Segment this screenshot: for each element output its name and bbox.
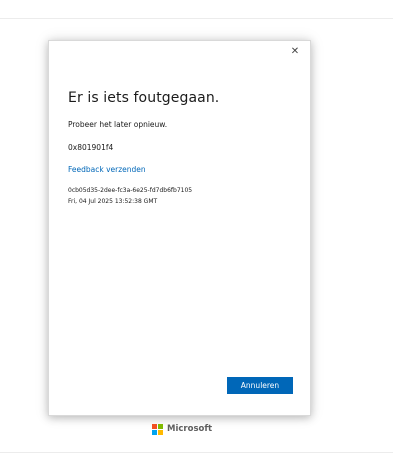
bottom-divider bbox=[0, 452, 393, 453]
error-code: 0x801901f4 bbox=[68, 143, 114, 152]
top-divider bbox=[0, 18, 393, 19]
close-icon[interactable]: ✕ bbox=[288, 45, 302, 59]
send-feedback-link[interactable]: Feedback verzenden bbox=[68, 165, 146, 174]
error-message: Probeer het later opnieuw. bbox=[68, 120, 168, 129]
error-timestamp: Fri, 04 Jul 2025 13:52:38 GMT bbox=[68, 198, 158, 205]
brand-name: Microsoft bbox=[167, 424, 213, 434]
error-dialog: ✕ Er is iets foutgegaan. Probeer het lat… bbox=[48, 40, 311, 416]
correlation-id: 0cb05d35-2dee-fc3a-6e25-fd7db6fb7105 bbox=[68, 187, 193, 194]
dialog-title: Er is iets foutgegaan. bbox=[68, 90, 220, 106]
microsoft-logo-icon bbox=[152, 423, 163, 435]
logo-blue-square bbox=[152, 429, 157, 435]
microsoft-branding: Microsoft bbox=[152, 423, 212, 435]
logo-red-square bbox=[152, 423, 157, 429]
screen: ✕ Er is iets foutgegaan. Probeer het lat… bbox=[0, 0, 393, 459]
logo-yellow-square bbox=[158, 429, 163, 435]
cancel-button[interactable]: Annuleren bbox=[227, 377, 293, 394]
logo-green-square bbox=[158, 423, 163, 429]
